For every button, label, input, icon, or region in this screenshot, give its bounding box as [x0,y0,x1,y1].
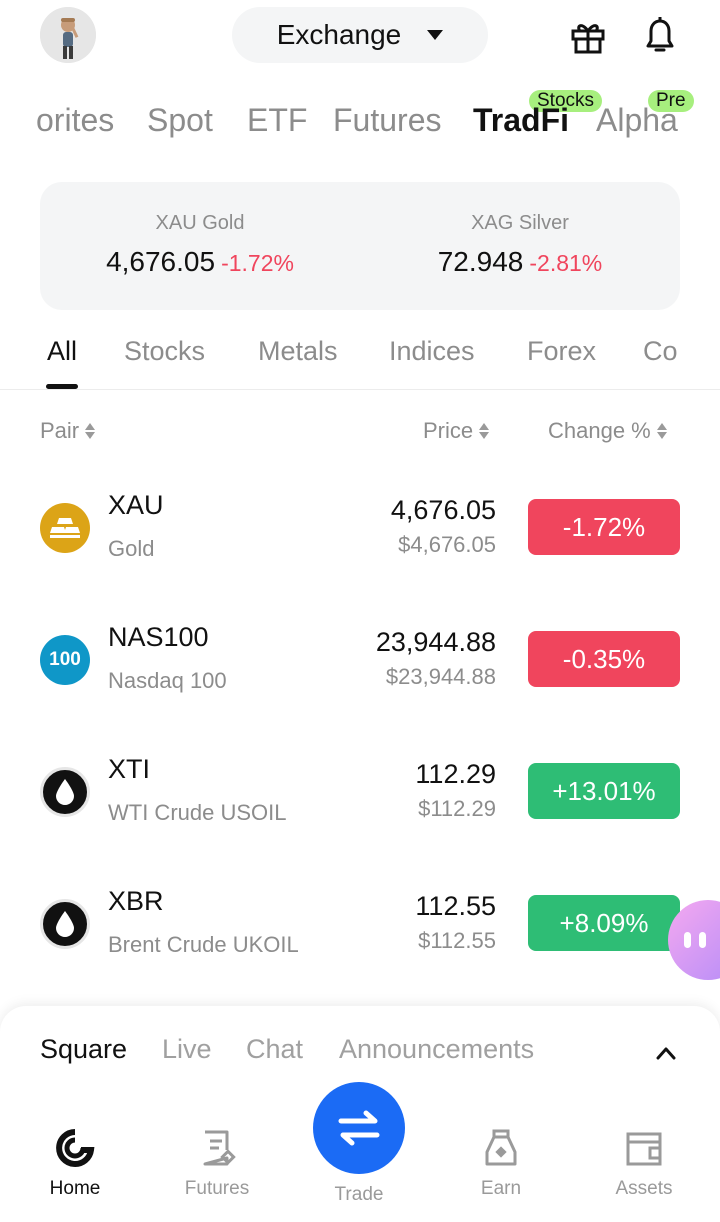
sort-icon [85,423,96,439]
gift-icon[interactable] [570,18,606,54]
nav-label: Earn [480,1178,522,1199]
nav-label: Home [49,1178,101,1199]
trade-swap-icon [338,1110,380,1146]
pair-name: Brent Crude UKOIL [108,932,299,957]
price-column-header[interactable]: Price [423,418,490,444]
oil-drop-icon [40,767,90,817]
bubble-dot [684,932,691,948]
nasdaq-100-icon: 100 [40,635,90,685]
pair-price-usd: $23,944.88 [385,664,496,689]
metal-name: XAG Silver [471,212,569,234]
nav-label: Trade [334,1184,384,1205]
metal-price: 72.948 [437,246,524,277]
category-tab-all[interactable]: All [47,336,77,367]
pair-price: 112.29 [415,759,496,789]
market-row-xau[interactable]: XAU Gold 4,676.05 $4,676.05 -1.72% [0,462,720,594]
change-badge[interactable]: -0.35% [528,631,680,687]
pair-symbol: XAU [108,490,164,520]
sheet-tab-live[interactable]: Live [162,1034,212,1065]
category-tab-commodities[interactable]: Co [643,336,678,367]
wallet-icon [626,1132,662,1166]
sheet-tab-announcements[interactable]: Announcements [339,1034,534,1065]
tab-etf[interactable]: ETF [247,102,307,139]
change-badge[interactable]: +8.09% [528,895,680,951]
metal-change: -2.81% [529,250,603,276]
caret-down-icon [427,30,444,40]
pair-price: 4,676.05 [390,495,496,525]
category-tab-indices[interactable]: Indices [389,336,475,367]
chevron-up-icon[interactable] [656,1046,676,1060]
metals-summary-card: XAU Gold 4,676.05 -1.72% XAG Silver 72.94… [40,182,680,310]
gold-bars-icon [40,503,90,553]
avatar[interactable] [40,7,96,63]
bubble-dot [699,932,706,948]
metal-gold[interactable]: XAU Gold 4,676.05 -1.72% [40,182,360,310]
pair-price-usd: $112.29 [418,796,496,821]
pair-symbol: XBR [108,886,164,916]
active-tab-indicator [46,384,78,389]
category-tabs: All Stocks Metals Indices Forex Co [0,330,720,390]
pair-symbol: NAS100 [108,622,209,652]
nav-trade[interactable] [313,1082,405,1174]
pair-symbol: XTI [108,754,151,784]
sort-icon [656,423,667,439]
price-header-label: Price [423,418,474,443]
tab-tradfi[interactable]: TradFi [473,102,569,139]
sort-icon [479,423,490,439]
tab-futures[interactable]: Futures [333,102,441,139]
change-badge[interactable]: +13.01% [528,763,680,819]
tab-spot[interactable]: Spot [147,102,213,139]
bell-icon[interactable] [642,16,678,54]
pair-header-label: Pair [40,418,80,443]
category-tab-stocks[interactable]: Stocks [124,336,205,367]
tab-alpha[interactable]: Alpha [596,102,678,139]
pair-column-header[interactable]: Pair [40,418,96,444]
metal-silver[interactable]: XAG Silver 72.948 -2.81% [360,182,680,310]
category-tab-forex[interactable]: Forex [527,336,596,367]
change-header-label: Change % [548,418,651,443]
change-column-header[interactable]: Change % [548,418,667,444]
nav-futures[interactable]: Futures [157,1128,277,1218]
bottom-sheet: Square Live Chat Announcements Home Futu… [0,1006,720,1222]
tab-favorites[interactable]: orites [36,102,114,139]
nav-label: Futures [184,1178,250,1199]
sheet-tab-square[interactable]: Square [40,1034,127,1065]
earn-bag-icon [485,1129,517,1166]
market-row-nas100[interactable]: 100 NAS100 Nasdaq 100 23,944.88 $23,944.… [0,594,720,726]
category-tab-metals[interactable]: Metals [258,336,338,367]
pair-name: Gold [108,536,155,561]
exchange-label: Exchange [276,19,402,50]
app-header: Exchange [0,0,720,72]
oil-drop-icon [40,899,90,949]
pair-price-usd: $112.55 [418,928,496,953]
pair-price: 112.55 [415,891,496,921]
pair-name: Nasdaq 100 [108,668,227,693]
market-row-xti[interactable]: XTI WTI Crude USOIL 112.29 $112.29 +13.0… [0,726,720,858]
sheet-tab-chat[interactable]: Chat [246,1034,303,1065]
avatar-figure-icon [40,7,96,63]
pair-price-usd: $4,676.05 [398,532,496,557]
futures-icon [203,1130,236,1166]
home-icon [56,1129,95,1167]
market-row-xbr[interactable]: XBR Brent Crude UKOIL 112.55 $112.55 +8.… [0,858,720,990]
exchange-switcher[interactable]: Exchange [232,7,488,63]
metal-name: XAU Gold [155,212,245,234]
nav-earn[interactable]: Earn [441,1128,561,1218]
nav-assets[interactable]: Assets [584,1128,704,1218]
metal-change: -1.72% [221,250,294,276]
pair-price: 23,944.88 [375,627,496,657]
pair-name: WTI Crude USOIL [108,800,287,825]
nav-home[interactable]: Home [15,1128,135,1218]
nav-label: Assets [615,1178,673,1199]
metal-price: 4,676.05 [106,246,216,277]
market-top-tabs: orites Spot ETF Futures Stocks TradFi Pr… [0,90,720,160]
change-badge[interactable]: -1.72% [528,499,680,555]
